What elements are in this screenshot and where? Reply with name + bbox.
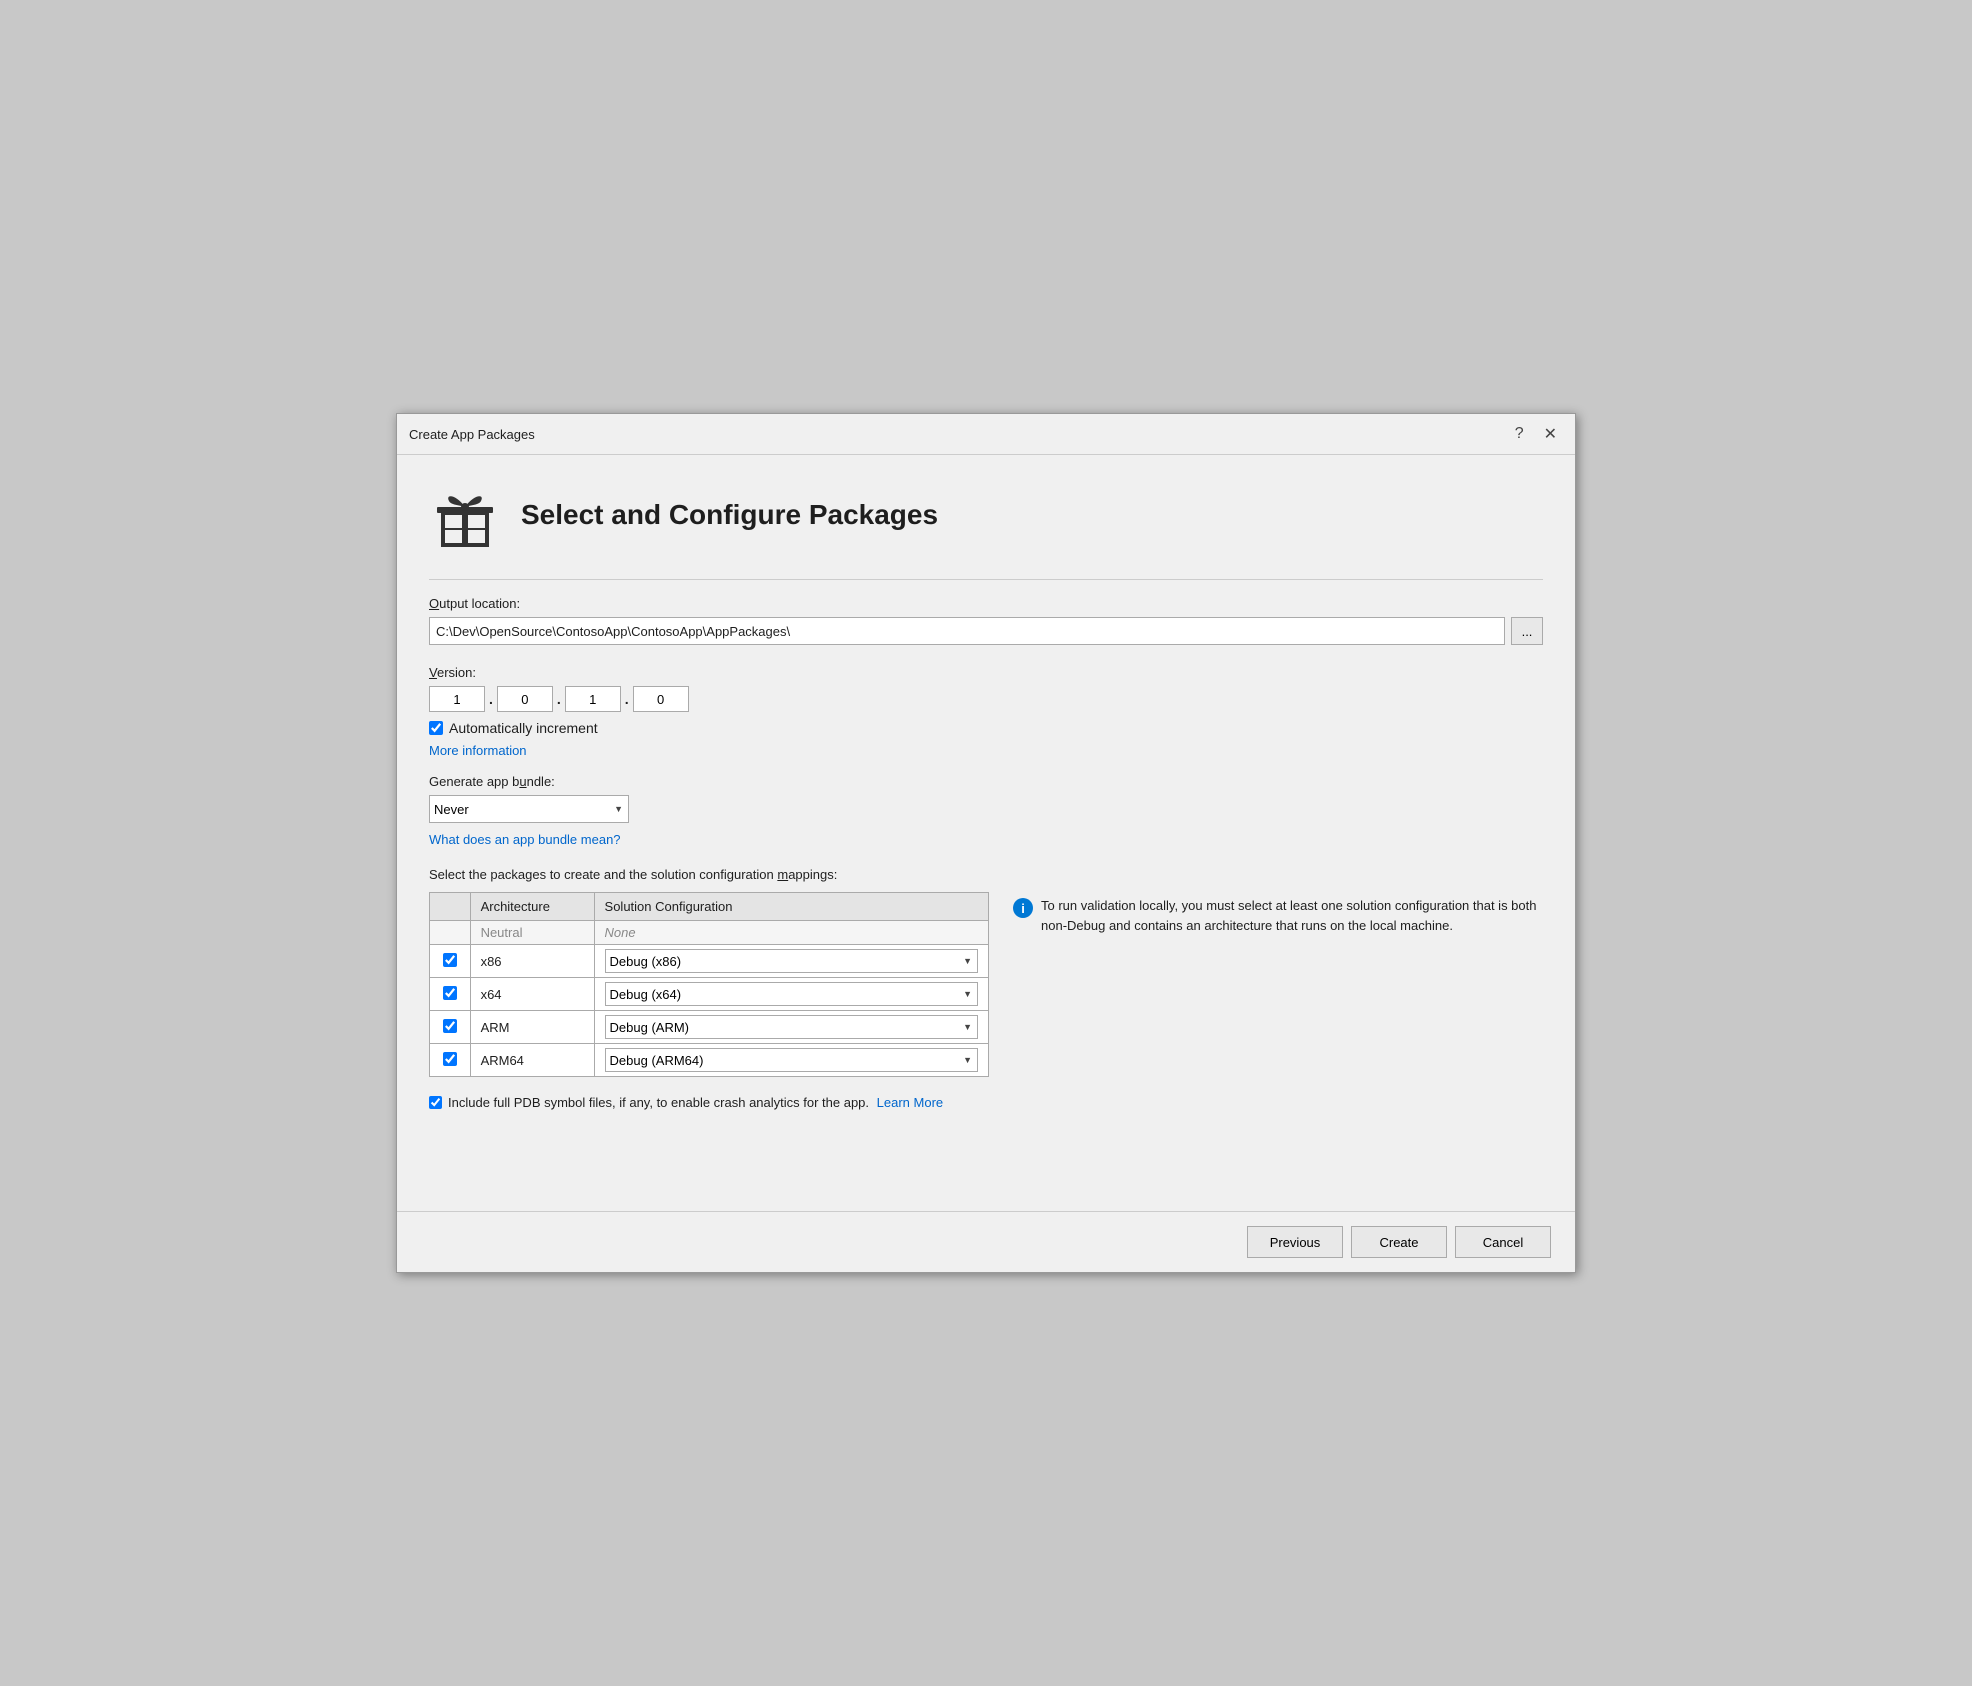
row-config: Debug (ARM64)Release (ARM64)	[594, 1044, 988, 1077]
table-header-row: Architecture Solution Configuration	[430, 893, 989, 921]
output-row: ...	[429, 617, 1543, 645]
content-area: Select and Configure Packages Output loc…	[397, 455, 1575, 1211]
row-config: Debug (x86)Release (x86)	[594, 945, 988, 978]
version-field-4[interactable]	[633, 686, 689, 712]
package-icon	[429, 479, 501, 551]
row-checkbox-cell	[430, 978, 471, 1011]
version-field-1[interactable]	[429, 686, 485, 712]
dialog: Create App Packages ? ✕	[396, 413, 1576, 1273]
row-checkbox[interactable]	[443, 953, 457, 967]
create-button[interactable]: Create	[1351, 1226, 1447, 1258]
bundle-select-wrapper: Never Always If needed	[429, 795, 629, 823]
packages-section: Select the packages to create and the so…	[429, 867, 1543, 1077]
version-dot-1: .	[489, 691, 493, 707]
title-bar-controls: ? ✕	[1509, 422, 1563, 446]
more-info-link[interactable]: More information	[429, 743, 527, 758]
version-dot-2: .	[557, 691, 561, 707]
config-select-wrapper: Debug (ARM)Release (ARM)	[605, 1015, 978, 1039]
auto-increment-label: Automatically increment	[449, 720, 598, 736]
pdb-label: Include full PDB symbol files, if any, t…	[448, 1095, 943, 1110]
row-checkbox-cell	[430, 945, 471, 978]
row-checkbox[interactable]	[443, 1019, 457, 1033]
row-checkbox-cell	[430, 1011, 471, 1044]
row-arch: Neutral	[470, 921, 594, 945]
row-checkbox[interactable]	[443, 1052, 457, 1066]
row-checkbox-cell	[430, 921, 471, 945]
table-row: NeutralNone	[430, 921, 989, 945]
help-button[interactable]: ?	[1509, 423, 1530, 445]
row-arch: ARM	[470, 1011, 594, 1044]
col-header-checkbox	[430, 893, 471, 921]
packages-section-label: Select the packages to create and the so…	[429, 867, 1543, 882]
row-checkbox[interactable]	[443, 986, 457, 1000]
browse-button[interactable]: ...	[1511, 617, 1543, 645]
col-header-config: Solution Configuration	[594, 893, 988, 921]
row-arch: ARM64	[470, 1044, 594, 1077]
row-arch: x86	[470, 945, 594, 978]
row-arch: x64	[470, 978, 594, 1011]
config-select-wrapper: Debug (ARM64)Release (ARM64)	[605, 1048, 978, 1072]
config-select-wrapper: Debug (x64)Release (x64)	[605, 982, 978, 1006]
table-row: x86 Debug (x86)Release (x86)	[430, 945, 989, 978]
pdb-checkbox[interactable]	[429, 1096, 442, 1109]
title-bar: Create App Packages ? ✕	[397, 414, 1575, 455]
auto-increment-checkbox[interactable]	[429, 721, 443, 735]
version-row: . . .	[429, 686, 1543, 712]
table-row: ARM Debug (ARM)Release (ARM)	[430, 1011, 989, 1044]
auto-increment-row: Automatically increment	[429, 720, 1543, 736]
row-config: Debug (ARM)Release (ARM)	[594, 1011, 988, 1044]
output-location-input[interactable]	[429, 617, 1505, 645]
page-title: Select and Configure Packages	[521, 499, 938, 531]
row-checkbox-cell	[430, 1044, 471, 1077]
col-header-arch: Architecture	[470, 893, 594, 921]
footer: Previous Create Cancel	[397, 1211, 1575, 1272]
info-panel: i To run validation locally, you must se…	[1013, 892, 1543, 935]
output-location-label: Output location:	[429, 596, 1543, 611]
close-button[interactable]: ✕	[1538, 422, 1563, 446]
info-icon: i	[1013, 898, 1033, 918]
output-location-section: Output location: ...	[429, 596, 1543, 645]
learn-more-link[interactable]: Learn More	[877, 1095, 943, 1110]
bundle-select-row: Never Always If needed	[429, 795, 1543, 823]
config-select[interactable]: Debug (x86)Release (x86)	[605, 949, 978, 973]
bundle-select[interactable]: Never Always If needed	[429, 795, 629, 823]
config-select[interactable]: Debug (x64)Release (x64)	[605, 982, 978, 1006]
config-select[interactable]: Debug (ARM)Release (ARM)	[605, 1015, 978, 1039]
row-config: None	[594, 921, 988, 945]
config-select[interactable]: Debug (ARM64)Release (ARM64)	[605, 1048, 978, 1072]
version-field-2[interactable]	[497, 686, 553, 712]
row-config: Debug (x64)Release (x64)	[594, 978, 988, 1011]
bundle-info-link[interactable]: What does an app bundle mean?	[429, 832, 621, 847]
previous-button[interactable]: Previous	[1247, 1226, 1343, 1258]
table-row: x64 Debug (x64)Release (x64)	[430, 978, 989, 1011]
pdb-row: Include full PDB symbol files, if any, t…	[429, 1095, 1543, 1110]
bundle-section: Generate app bundle: Never Always If nee…	[429, 774, 1543, 847]
header-section: Select and Configure Packages	[429, 479, 1543, 551]
version-label: Version:	[429, 665, 1543, 680]
packages-table-wrapper: Architecture Solution Configuration Neut…	[429, 892, 989, 1077]
version-dot-3: .	[625, 691, 629, 707]
cancel-button[interactable]: Cancel	[1455, 1226, 1551, 1258]
bundle-label: Generate app bundle:	[429, 774, 1543, 789]
header-divider	[429, 579, 1543, 580]
window-title: Create App Packages	[409, 427, 535, 442]
config-select-wrapper: Debug (x86)Release (x86)	[605, 949, 978, 973]
packages-main: Architecture Solution Configuration Neut…	[429, 892, 1543, 1077]
version-field-3[interactable]	[565, 686, 621, 712]
info-text: To run validation locally, you must sele…	[1041, 896, 1543, 935]
packages-table: Architecture Solution Configuration Neut…	[429, 892, 989, 1077]
table-row: ARM64 Debug (ARM64)Release (ARM64)	[430, 1044, 989, 1077]
version-section: Version: . . . Automatically increment M…	[429, 665, 1543, 758]
